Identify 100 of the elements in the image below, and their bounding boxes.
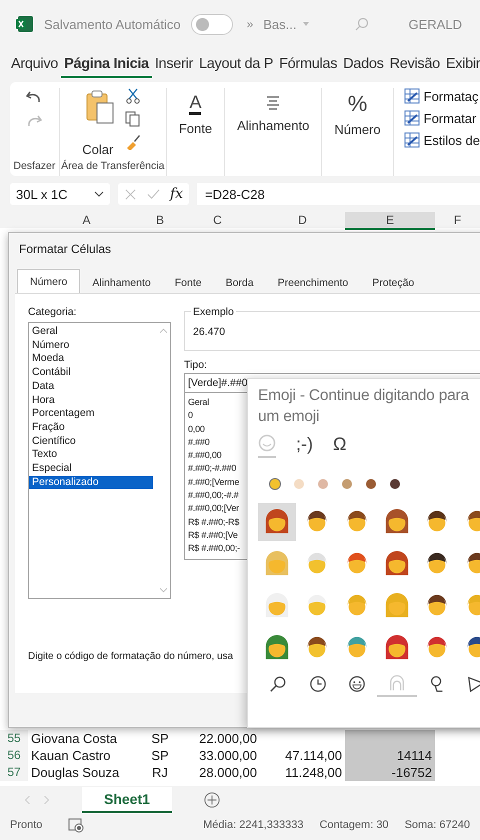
category-item[interactable]: Número [29, 338, 153, 352]
format-item[interactable]: #.##0,00;-#.# [188, 489, 238, 502]
category-item[interactable]: Fração [29, 420, 153, 435]
skin-tone-dot[interactable] [270, 479, 280, 489]
scissors-icon[interactable] [124, 88, 141, 104]
format-painter-icon[interactable] [124, 134, 141, 150]
category-item[interactable]: Especial [29, 462, 153, 476]
table-style-icon[interactable] [404, 88, 420, 104]
format-item[interactable]: #.##0;-#.##0 [188, 462, 236, 476]
emoji-mode-tab[interactable]: Ω [333, 434, 346, 458]
format-item[interactable]: #.##0;[Verme [188, 476, 240, 490]
ribbon-tab[interactable]: Fórmulas [276, 50, 340, 78]
ribbon-tab[interactable]: Arquivo [8, 50, 62, 78]
copy-icon[interactable] [124, 111, 141, 127]
table-cell-text: Kauan Castro [30, 747, 112, 764]
ribbon-tab[interactable]: Layout da P [196, 50, 276, 78]
function-button[interactable]: fx [170, 186, 184, 202]
sample-value: 26.470 [193, 326, 226, 338]
autosave-toggle[interactable] [190, 14, 233, 34]
format-item[interactable]: R$ #.##0;[Ve [188, 528, 238, 542]
percent-icon[interactable]: % [348, 92, 368, 116]
format-item[interactable]: #.##0,00 [188, 449, 222, 462]
sample-label: Exemplo [191, 306, 236, 318]
number-button[interactable]: Número [334, 122, 381, 137]
clock-icon [308, 675, 326, 693]
table-cell-text: 47.114,00 [284, 747, 343, 764]
dialog-tab[interactable]: Borda [214, 273, 266, 293]
category-item[interactable]: Contábil [29, 366, 153, 380]
category-item[interactable]: Personalizado [29, 476, 153, 490]
dialog-tab[interactable]: Número [17, 269, 80, 293]
row-number[interactable]: 57 [0, 764, 28, 781]
ribbon-tab[interactable]: Dados [340, 50, 387, 78]
dialog-title: Formatar Células [18, 241, 112, 258]
table-cell: -16752 [345, 764, 435, 781]
category-item[interactable]: Moeda [29, 352, 153, 366]
dialog-tab[interactable]: Fonte [162, 273, 214, 293]
table-cell-text: RJ [151, 764, 169, 781]
table-cell: 14114 [345, 747, 435, 764]
format-item[interactable]: R$ #.##0,00;- [188, 542, 240, 556]
category-list[interactable]: Geral Número Moeda Contábil Data Hora Porcentagem Fração Científico Texto Especial Personalizado [28, 322, 171, 599]
dialog-tab[interactable]: Alinhamento [80, 273, 163, 293]
macro-record-icon[interactable] [68, 817, 84, 833]
paste-button[interactable]: Colar [82, 142, 114, 157]
format-item[interactable]: R$ #.##0;-R$ [188, 516, 240, 529]
category-item[interactable]: Hora [29, 394, 153, 408]
hint-text: Digite o código de formatação do número, usa [28, 651, 234, 662]
styles-button[interactable]: Formatar [424, 110, 476, 126]
skin-tone-dot[interactable] [390, 479, 400, 489]
table-style-icon[interactable] [404, 132, 420, 148]
add-sheet-icon[interactable] [204, 792, 220, 808]
emoji-mode-tab[interactable]: ;-) [296, 434, 313, 458]
category-item[interactable]: Porcentagem [29, 407, 153, 421]
styles-button[interactable]: Formataç [424, 88, 479, 104]
table-style-icon[interactable] [404, 110, 420, 126]
status-text: Pronto [10, 819, 42, 831]
styles-button[interactable]: Estilos de [424, 132, 480, 148]
formula-field[interactable]: =D28-C28 [197, 183, 480, 205]
column-header[interactable]: C [175, 212, 260, 230]
category-item[interactable]: Texto [29, 448, 153, 462]
check-icon[interactable] [147, 188, 160, 200]
format-item[interactable]: #.##0,00;[Ver [188, 502, 239, 516]
average-readout: Média: 2241,333333 [203, 819, 304, 831]
alignment-button[interactable]: Alinhamento [237, 118, 310, 133]
ribbon-tab[interactable]: Inserir [152, 50, 196, 78]
skin-tone-dot[interactable] [366, 479, 376, 489]
skin-tone-dot[interactable] [342, 479, 352, 489]
row-number[interactable]: 55 [0, 730, 28, 747]
format-item[interactable]: #.##0 [188, 436, 210, 450]
format-item[interactable]: 0 [188, 409, 193, 423]
row-number[interactable]: 56 [0, 747, 28, 764]
column-header[interactable]: B [145, 212, 175, 230]
column-header[interactable]: E [345, 212, 435, 230]
skin-tone-dot[interactable] [318, 479, 328, 489]
format-item[interactable]: Geral [188, 396, 210, 410]
font-button[interactable]: Fonte [178, 121, 212, 136]
dialog-tab[interactable]: Proteção [360, 273, 426, 293]
column-header[interactable]: D [260, 212, 345, 230]
column-header[interactable]: A [28, 212, 145, 230]
table-cell-text: Giovana Costa [30, 730, 118, 747]
table-cell-text: 28.000,00 [198, 764, 258, 781]
search-icon [268, 675, 287, 693]
count-readout: Contagem: 30 [319, 819, 389, 831]
group-label: Área de Transferência [61, 160, 164, 172]
name-box[interactable]: 30L x 1C [10, 183, 110, 205]
ribbon-tab[interactable]: Revisão [386, 50, 443, 78]
column-header[interactable]: F [435, 212, 480, 230]
skin-tone-dot[interactable] [294, 479, 304, 489]
ribbon-tab[interactable]: Página Inicia [61, 50, 152, 78]
person-icon [388, 674, 406, 692]
sheet-tab[interactable]: Sheet1 [82, 787, 172, 813]
table-cell-text: SP [150, 747, 170, 764]
category-item[interactable]: Científico [29, 434, 153, 448]
category-item[interactable]: Data [29, 380, 153, 394]
clipboard-icon[interactable] [84, 90, 115, 124]
dialog-tab[interactable]: Preenchimento [266, 273, 360, 293]
ribbon-tab[interactable]: Exibir [442, 50, 480, 78]
category-item[interactable]: Geral [29, 325, 153, 339]
format-item[interactable]: 0,00 [188, 422, 205, 436]
table-cell-text: SP [150, 730, 170, 747]
table-cell-text: Douglas Souza [30, 764, 120, 781]
